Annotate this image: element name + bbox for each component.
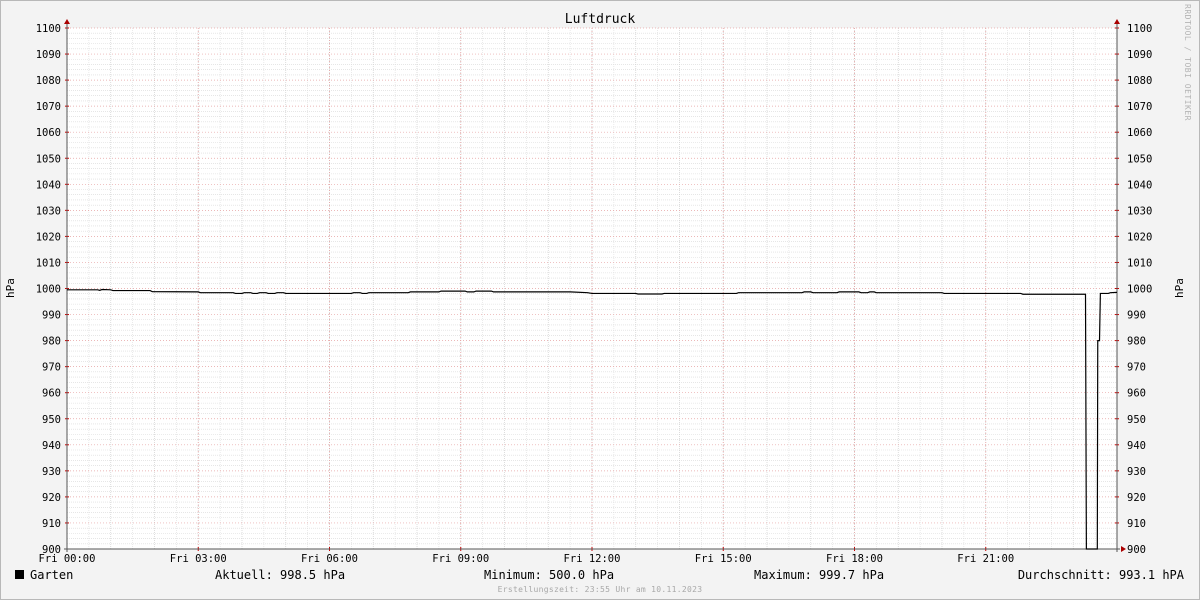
legend-swatch-garten: [15, 570, 24, 579]
y-tick-label-right: 900: [1127, 544, 1146, 556]
y-tick-labels-right: 900 910 920 930 940 950 960 970 980 990 1000 1010 10…: [1127, 23, 1152, 556]
y-tick-label-left: 1010: [36, 257, 61, 269]
y-tick-label-left: 910: [42, 518, 61, 530]
y-tick-label-right: 1040: [1127, 179, 1152, 191]
legend-current: Aktuell: 998.5 hPa: [215, 568, 346, 582]
x-tick-label: Fri 03:00: [170, 553, 227, 565]
x-tick-label: Fri 12:00: [564, 553, 621, 565]
creation-time-note: Erstellungszeit: 23:55 Uhr am 10.11.2023: [497, 585, 703, 594]
y-tick-label-left: 1090: [36, 49, 61, 61]
x-tick-label: Fri 21:00: [957, 553, 1014, 565]
y-tick-label-right: 1090: [1127, 49, 1152, 61]
legend-maximum: Maximum: 999.7 hPa: [754, 568, 885, 582]
y-axis-right-arrow: [1114, 19, 1120, 24]
y-tick-label-right: 920: [1127, 492, 1146, 504]
y-tick-label-right: 1050: [1127, 153, 1152, 165]
y-tick-label-right: 1000: [1127, 284, 1152, 296]
y-tick-label-left: 1080: [36, 75, 61, 87]
y-tick-label-right: 1030: [1127, 205, 1152, 217]
y-tick-label-right: 1100: [1127, 23, 1152, 35]
x-axis-arrow: [1121, 546, 1126, 552]
y-axis-left-arrow: [64, 19, 70, 24]
legend-series-label: Garten: [30, 568, 74, 582]
x-tick-label: Fri 09:00: [432, 553, 489, 565]
y-tick-label-left: 1030: [36, 205, 61, 217]
legend-average: Durchschnitt: 993.1 hPA: [1017, 568, 1184, 582]
x-tick-label: Fri 18:00: [826, 553, 883, 565]
luftdruck-chart: 900 910 920 930 940 950 960 970 980 990 1000 1010 10…: [4, 12, 1186, 565]
y-tick-label-right: 910: [1127, 518, 1146, 530]
y-tick-label-right: 950: [1127, 414, 1146, 426]
watermark: RRDTOOL / TOBI OETIKER: [1183, 4, 1192, 121]
y-axis-label-left: hPa: [4, 278, 17, 298]
x-tick-label: Fri 00:00: [39, 553, 96, 565]
y-tick-label-right: 990: [1127, 310, 1146, 322]
y-tick-label-left: 980: [42, 336, 61, 348]
x-tick-label: Fri 15:00: [695, 553, 752, 565]
y-tick-label-right: 960: [1127, 388, 1146, 400]
y-tick-label-left: 990: [42, 310, 61, 322]
y-tick-label-left: 960: [42, 388, 61, 400]
y-tick-label-left: 1020: [36, 231, 61, 243]
y-tick-label-right: 940: [1127, 440, 1146, 452]
chart-title: Luftdruck: [565, 12, 636, 27]
y-tick-label-left: 940: [42, 440, 61, 452]
y-axis-label-right: hPa: [1173, 278, 1186, 298]
y-tick-labels-left: 9009109209309409509609709809901000101010…: [36, 23, 61, 556]
y-tick-label-left: 930: [42, 466, 61, 478]
y-tick-label-right: 970: [1127, 362, 1146, 374]
x-tick-label: Fri 06:00: [301, 553, 358, 565]
y-tick-label-left: 1050: [36, 153, 61, 165]
y-tick-label-left: 1060: [36, 127, 61, 139]
legend-minimum: Minimum: 500.0 hPa: [484, 568, 615, 582]
y-tick-label-right: 1010: [1127, 257, 1152, 269]
y-tick-label-left: 970: [42, 362, 61, 374]
y-tick-label-left: 950: [42, 414, 61, 426]
y-tick-label-left: 1070: [36, 101, 61, 113]
x-tick-labels: Fri 00:00 Fri 03:00 Fri 06:00 Fri 09:00 Fri …: [39, 553, 1015, 565]
y-tick-label-right: 1070: [1127, 101, 1152, 113]
y-tick-label-right: 980: [1127, 336, 1146, 348]
y-tick-label-left: 1000: [36, 284, 61, 296]
y-tick-label-right: 930: [1127, 466, 1146, 478]
y-tick-label-left: 920: [42, 492, 61, 504]
y-tick-label-right: 1020: [1127, 231, 1152, 243]
y-tick-label-right: 1060: [1127, 127, 1152, 139]
y-tick-label-left: 1100: [36, 23, 61, 35]
y-tick-label-right: 1080: [1127, 75, 1152, 87]
y-tick-label-left: 1040: [36, 179, 61, 191]
